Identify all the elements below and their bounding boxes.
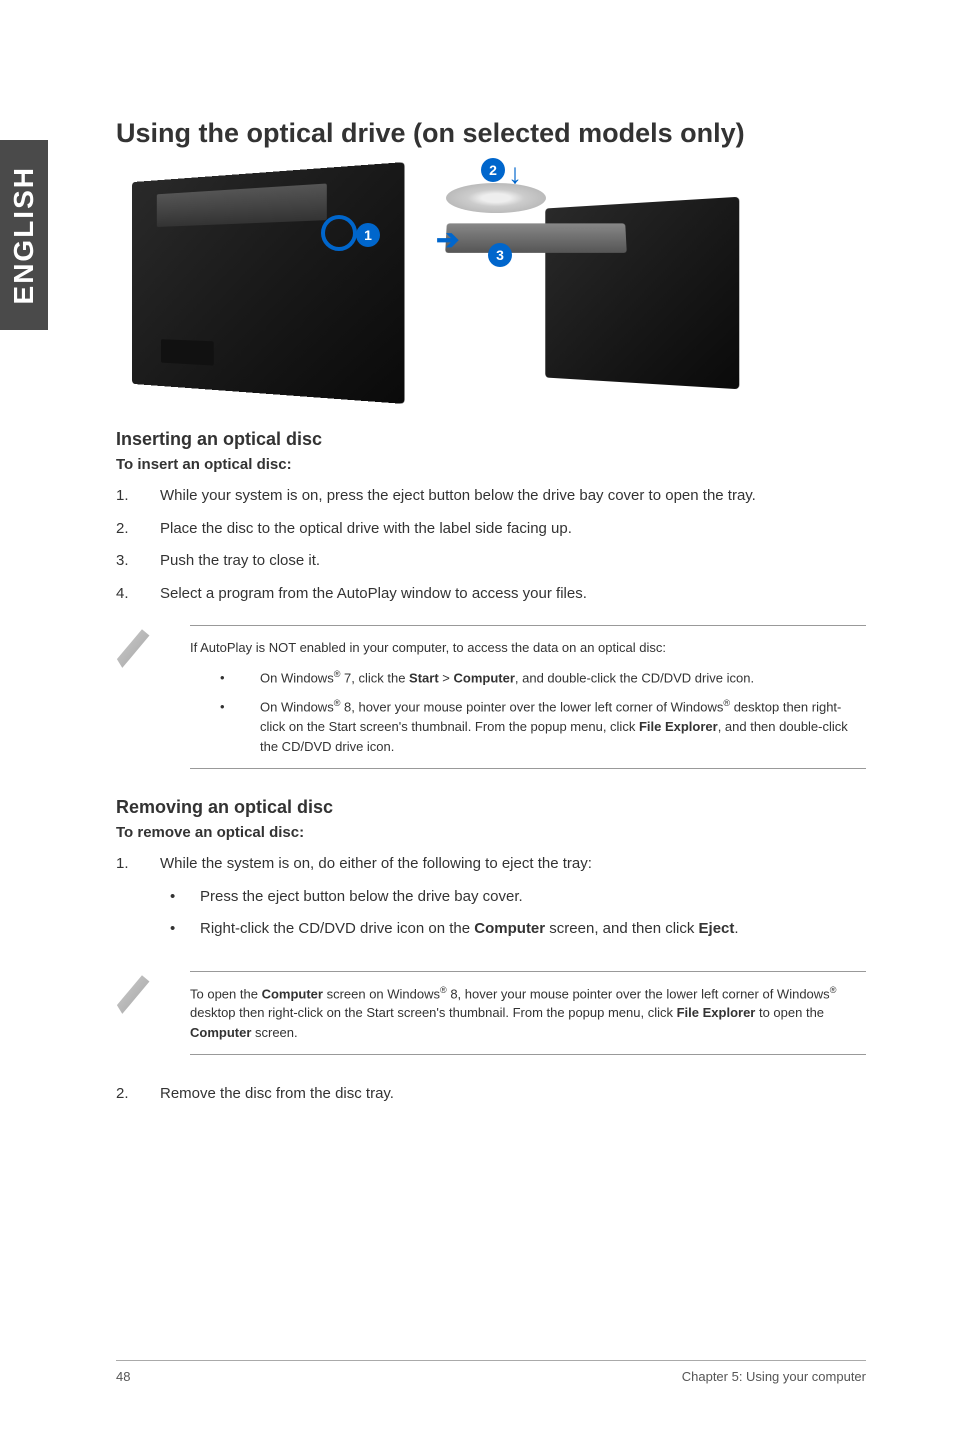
language-label: ENGLISH — [8, 166, 40, 304]
step-num: 1. — [116, 853, 160, 951]
step-text: Remove the disc from the disc tray. — [160, 1083, 866, 1106]
step-body: While the system is on, do either of the… — [160, 853, 866, 951]
computer-tower-image — [132, 162, 405, 404]
note-content: To open the Computer screen on Windows® … — [190, 971, 866, 1056]
note-autoplay: If AutoPlay is NOT enabled in your compu… — [116, 625, 866, 769]
remove-lead: To remove an optical disc: — [116, 824, 866, 841]
bullet-icon: • — [220, 668, 260, 688]
remove-steps-cont: 2. Remove the disc from the disc tray. — [116, 1083, 866, 1106]
language-tab: ENGLISH — [0, 140, 48, 330]
arrow-right-icon: ➔ — [436, 223, 459, 256]
remove-step-2: 2. Remove the disc from the disc tray. — [116, 1083, 866, 1106]
step-text: Push the tray to close it. — [160, 550, 866, 573]
insert-lead: To insert an optical disc: — [116, 456, 866, 473]
insert-steps: 1. While your system is on, press the ej… — [116, 485, 866, 605]
note-bullet-2-text: On Windows® 8, hover your mouse pointer … — [260, 697, 866, 756]
note-bullet-2: • On Windows® 8, hover your mouse pointe… — [190, 697, 866, 756]
step-text: While the system is on, do either of the… — [160, 853, 866, 876]
insert-step-4: 4. Select a program from the AutoPlay wi… — [116, 583, 866, 606]
remove-heading: Removing an optical disc — [116, 797, 866, 818]
step-num: 3. — [116, 550, 160, 573]
callout-2: 2 — [481, 158, 505, 182]
note-intro: If AutoPlay is NOT enabled in your compu… — [190, 638, 866, 658]
pencil-icon — [116, 625, 166, 675]
note-bullet-1: • On Windows® 7, click the Start > Compu… — [190, 668, 866, 688]
note-computer-screen: To open the Computer screen on Windows® … — [116, 971, 866, 1056]
step-text: Select a program from the AutoPlay windo… — [160, 583, 866, 606]
figure-2: 2 ↓ ➔ 3 — [436, 163, 756, 383]
remove-sub-list: • Press the eject button below the drive… — [160, 886, 866, 941]
remove-sub-1: • Press the eject button below the drive… — [160, 886, 866, 909]
step-num: 2. — [116, 1083, 160, 1106]
step-text: While your system is on, press the eject… — [160, 485, 866, 508]
disc-image — [446, 183, 546, 213]
callout-1: 1 — [356, 223, 380, 247]
step-num: 1. — [116, 485, 160, 508]
page-title: Using the optical drive (on selected mod… — [116, 118, 866, 149]
insert-step-1: 1. While your system is on, press the ej… — [116, 485, 866, 508]
bullet-icon: • — [160, 918, 200, 941]
callout-ring-1 — [321, 215, 357, 251]
disc-tray-image — [445, 223, 627, 253]
figure-1: 1 — [116, 173, 396, 393]
page-number: 48 — [116, 1369, 130, 1384]
insert-heading: Inserting an optical disc — [116, 429, 866, 450]
remove-steps: 1. While the system is on, do either of … — [116, 853, 866, 951]
callout-3: 3 — [488, 243, 512, 267]
remove-step-1: 1. While the system is on, do either of … — [116, 853, 866, 951]
arrow-down-icon: ↓ — [508, 158, 522, 190]
remove-sub-2: • Right-click the CD/DVD drive icon on t… — [160, 918, 866, 941]
sub-text: Press the eject button below the drive b… — [200, 886, 523, 909]
insert-step-3: 3. Push the tray to close it. — [116, 550, 866, 573]
chapter-label: Chapter 5: Using your computer — [682, 1369, 866, 1384]
figure-row: 1 2 ↓ ➔ 3 — [116, 173, 866, 393]
bullet-icon: • — [220, 697, 260, 756]
page-content: Using the optical drive (on selected mod… — [116, 118, 866, 1126]
insert-step-2: 2. Place the disc to the optical drive w… — [116, 518, 866, 541]
step-num: 2. — [116, 518, 160, 541]
bullet-icon: • — [160, 886, 200, 909]
step-num: 4. — [116, 583, 160, 606]
page-footer: 48 Chapter 5: Using your computer — [116, 1360, 866, 1384]
sub-text: Right-click the CD/DVD drive icon on the… — [200, 918, 739, 941]
pencil-icon — [116, 971, 166, 1021]
note-content: If AutoPlay is NOT enabled in your compu… — [190, 625, 866, 769]
step-text: Place the disc to the optical drive with… — [160, 518, 866, 541]
note-bullet-1-text: On Windows® 7, click the Start > Compute… — [260, 668, 866, 688]
